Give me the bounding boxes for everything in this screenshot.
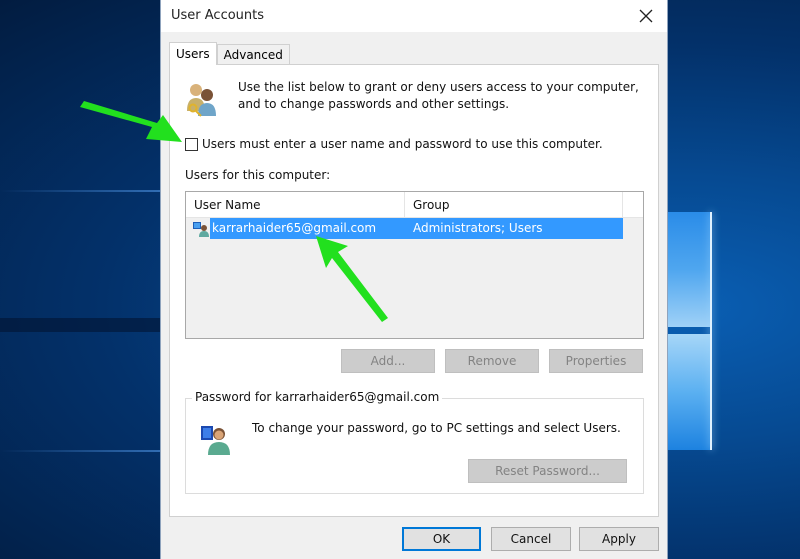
users-listview[interactable]: User Name Group karrarhaider65@gmail.com… xyxy=(185,191,644,339)
column-header-user-name[interactable]: User Name xyxy=(186,192,405,217)
desktop-light-streak xyxy=(0,450,160,452)
user-name-cell[interactable]: karrarhaider65@gmail.com xyxy=(210,218,405,239)
apply-button[interactable]: Apply xyxy=(579,527,659,551)
remove-button[interactable]: Remove xyxy=(445,349,539,373)
require-password-checkbox[interactable] xyxy=(185,137,198,151)
reset-password-button[interactable]: Reset Password... xyxy=(468,459,627,483)
password-info-text: To change your password, go to PC settin… xyxy=(252,421,621,435)
column-header-group[interactable]: Group xyxy=(405,192,623,217)
user-accounts-dialog: User Accounts Users Advanced Use the lis… xyxy=(160,0,668,559)
tab-users[interactable]: Users xyxy=(169,42,217,65)
close-button[interactable] xyxy=(631,2,661,30)
desktop-dark-band xyxy=(0,318,160,332)
list-header: User Name Group xyxy=(186,192,643,218)
user-password-icon xyxy=(201,426,230,455)
users-keys-icon xyxy=(187,84,216,117)
add-button[interactable]: Add... xyxy=(341,349,435,373)
properties-button[interactable]: Properties xyxy=(549,349,643,373)
title-bar[interactable]: User Accounts xyxy=(161,0,667,32)
require-password-label[interactable]: Users must enter a user name and passwor… xyxy=(202,137,603,151)
column-header-filler xyxy=(623,192,643,217)
window-title: User Accounts xyxy=(171,8,265,23)
close-icon xyxy=(639,9,653,23)
require-password-option[interactable]: Users must enter a user name and passwor… xyxy=(185,137,603,151)
group-cell[interactable]: Administrators; Users xyxy=(405,218,623,239)
cancel-button[interactable]: Cancel xyxy=(491,527,571,551)
intro-text: Use the list below to grant or deny user… xyxy=(238,80,639,111)
tab-strip: Users Advanced xyxy=(169,42,290,65)
ok-button[interactable]: OK xyxy=(402,527,481,551)
list-row[interactable]: karrarhaider65@gmail.com Administrators;… xyxy=(186,218,643,239)
users-list-label: Users for this computer: xyxy=(185,168,331,182)
password-groupbox: Password for karrarhaider65@gmail.com To… xyxy=(185,390,644,494)
windows-logo-wallpaper xyxy=(668,212,712,450)
password-group-legend: Password for karrarhaider65@gmail.com xyxy=(192,390,443,404)
user-account-icon xyxy=(193,221,209,237)
tab-advanced[interactable]: Advanced xyxy=(216,44,290,64)
users-tab-panel: Use the list below to grant or deny user… xyxy=(169,64,659,517)
desktop-light-streak xyxy=(0,190,160,192)
